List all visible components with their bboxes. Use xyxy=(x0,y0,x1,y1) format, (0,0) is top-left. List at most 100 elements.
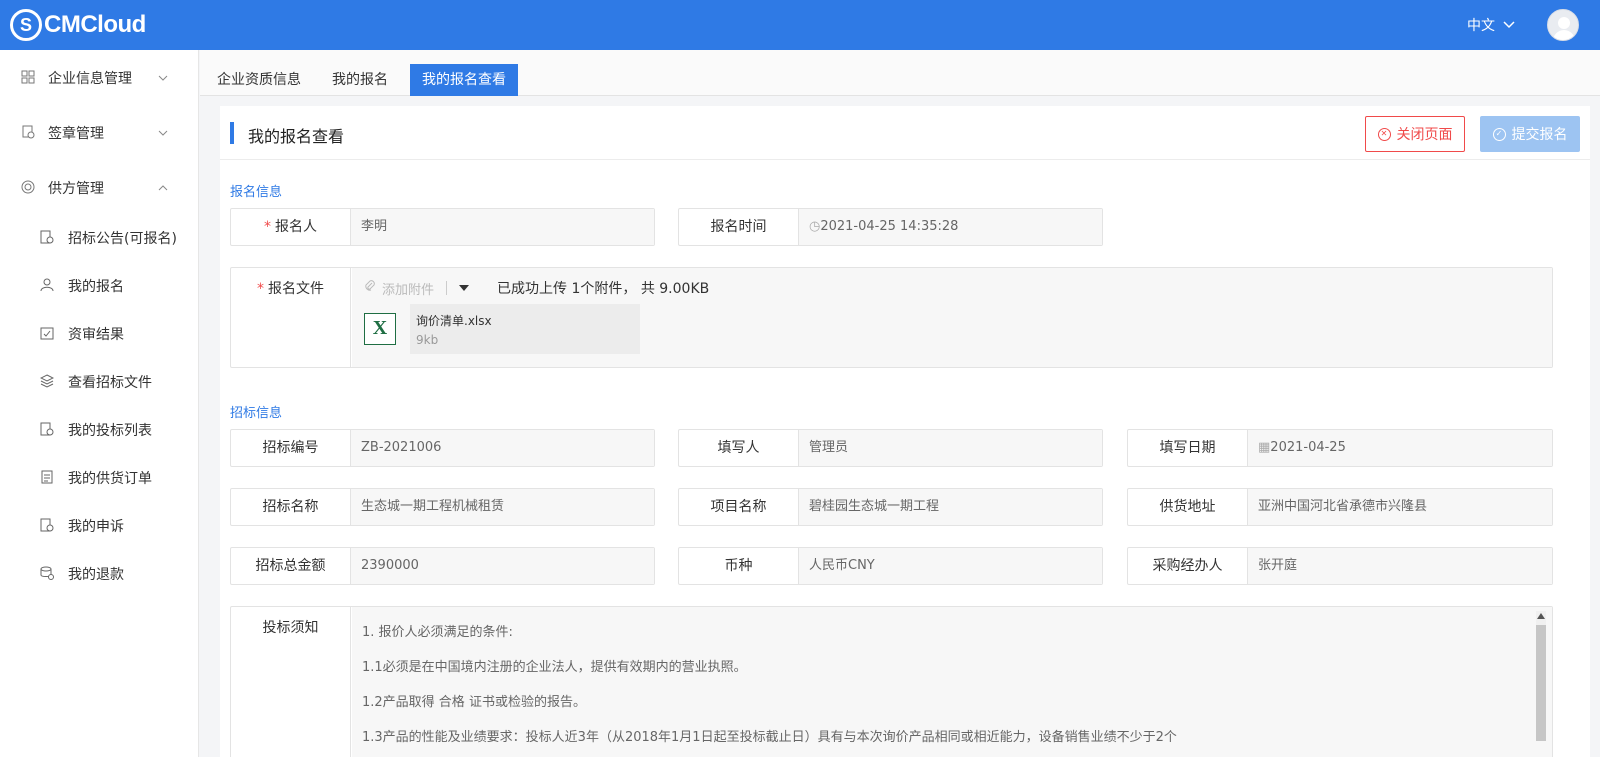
close-page-button[interactable]: ✕ 关闭页面 xyxy=(1365,116,1465,152)
tender-name-field: 招标名称 生态城一期工程机械租赁 xyxy=(230,488,655,526)
registration-time-label: 报名时间 xyxy=(679,209,799,245)
notice-line: 1.2产品取得 合格 证书或检验的报告。 xyxy=(362,695,586,710)
bid-notice-text: 1. 报价人必须满足的条件: 1.1必须是在中国境内注册的企业法人，提供有效期内… xyxy=(352,607,1552,757)
close-circle-icon: ✕ xyxy=(1377,127,1391,141)
tab-enterprise-qualification[interactable]: 企业资质信息 xyxy=(205,64,313,96)
sidebar-group-label: 签章管理 xyxy=(48,126,104,142)
tab-my-registration-view[interactable]: 我的报名查看 xyxy=(410,64,518,96)
sidebar-item-view-tender-docs[interactable]: 查看招标文件 xyxy=(0,358,199,406)
sidebar-item-label: 我的报名 xyxy=(68,279,124,295)
clipboard-check-icon xyxy=(39,326,55,342)
sidebar: 企业信息管理 签章管理 供方管理 招标公告(可报名) 我的报名 资审结果 查看招… xyxy=(0,50,199,757)
registration-file-label: * 报名文件 xyxy=(231,268,351,367)
chevron-down-icon xyxy=(158,73,168,84)
supply-address-field: 供货地址 亚洲中国河北省承德市兴隆县 xyxy=(1127,488,1553,526)
check-circle-icon: ✓ xyxy=(1492,127,1506,141)
currency-field: 币种 人民币CNY xyxy=(678,547,1103,585)
sidebar-group-label: 供方管理 xyxy=(48,181,104,197)
bid-notice-body[interactable]: 1. 报价人必须满足的条件: 1.1必须是在中国境内注册的企业法人，提供有效期内… xyxy=(352,607,1552,757)
field-value: ZB-2021006 xyxy=(351,430,654,466)
project-name-field: 项目名称 碧桂园生态城一期工程 xyxy=(678,488,1103,526)
bid-list-icon xyxy=(39,422,55,438)
field-label: 采购经办人 xyxy=(1128,548,1248,584)
field-value: ▦2021-04-25 xyxy=(1248,430,1552,466)
logo-text: CMCloud xyxy=(44,11,146,38)
filled-by-field: 填写人 管理员 xyxy=(678,429,1103,467)
sidebar-group-supplier[interactable]: 供方管理 xyxy=(0,160,199,216)
sidebar-item-my-bids[interactable]: 我的投标列表 xyxy=(0,406,199,454)
scroll-thumb[interactable] xyxy=(1536,625,1546,741)
chevron-down-icon xyxy=(158,128,168,139)
field-value: 人民币CNY xyxy=(799,548,1102,584)
sidebar-group-label: 企业信息管理 xyxy=(48,71,132,87)
sidebar-item-label: 查看招标文件 xyxy=(68,375,152,391)
field-value: 亚洲中国河北省承德市兴隆县 xyxy=(1248,489,1552,525)
logo[interactable]: S CMCloud xyxy=(10,9,146,41)
page-title: 我的报名查看 xyxy=(248,127,345,146)
layers-icon xyxy=(39,374,55,390)
section-title-registration: 报名信息 xyxy=(230,185,283,200)
field-label: 填写日期 xyxy=(1128,430,1248,466)
registration-file-body: 添加附件 已成功上传 1个附件， 共 9.00KB X 询价清单.xlsx 9k… xyxy=(352,268,1552,367)
sidebar-item-my-supply-orders[interactable]: 我的供货订单 xyxy=(0,454,199,502)
chevron-up-icon xyxy=(158,183,168,194)
calendar-icon: ▦ xyxy=(1258,440,1271,455)
attachment-file[interactable]: X 询价清单.xlsx 9kb xyxy=(364,304,646,354)
field-value: 管理员 xyxy=(799,430,1102,466)
field-value: 2390000 xyxy=(351,548,654,584)
language-selector[interactable]: 中文 xyxy=(1467,15,1515,35)
submit-label: 提交报名 xyxy=(1511,127,1568,143)
refund-icon xyxy=(39,566,55,582)
file-name: 询价清单.xlsx xyxy=(416,314,492,328)
sidebar-item-label: 我的申诉 xyxy=(68,519,124,535)
notice-scrollbar[interactable] xyxy=(1536,611,1546,741)
file-size: 9kb xyxy=(416,333,439,347)
field-label: 招标总金额 xyxy=(231,548,351,584)
bid-notice-label: 投标须知 xyxy=(231,607,351,757)
notice-line: 1. 报价人必须满足的条件: xyxy=(362,625,513,640)
title-accent-bar xyxy=(230,122,234,144)
tab-my-registration[interactable]: 我的报名 xyxy=(320,64,400,96)
tender-total-amount-field: 招标总金额 2390000 xyxy=(230,547,655,585)
announcement-icon xyxy=(39,230,55,246)
sidebar-item-label: 我的退款 xyxy=(68,567,124,583)
field-value: 碧桂园生态城一期工程 xyxy=(799,489,1102,525)
tender-number-field: 招标编号 ZB-2021006 xyxy=(230,429,655,467)
notice-line: 1.1必须是在中国境内注册的企业法人，提供有效期内的营业执照。 xyxy=(362,660,747,675)
user-icon xyxy=(39,278,55,294)
attachment-toolbar: 添加附件 已成功上传 1个附件， 共 9.00KB xyxy=(364,278,709,298)
submit-registration-button[interactable]: ✓ 提交报名 xyxy=(1480,116,1580,152)
main-card: 我的报名查看 ✕ 关闭页面 ✓ 提交报名 报名信息 * 报名人 李明 报名时间 ◷… xyxy=(220,106,1590,757)
purchase-agent-field: 采购经办人 张开庭 xyxy=(1127,547,1553,585)
scroll-up-icon[interactable] xyxy=(1537,613,1545,619)
upload-status: 已成功上传 1个附件， 共 9.00KB xyxy=(497,281,710,297)
sidebar-item-my-appeals[interactable]: 我的申诉 xyxy=(0,502,199,550)
target-icon xyxy=(20,180,36,196)
sidebar-item-tender-announcement[interactable]: 招标公告(可报名) xyxy=(0,214,199,262)
attachment-dropdown-icon[interactable] xyxy=(459,285,470,291)
fill-date-field: 填写日期 ▦2021-04-25 xyxy=(1127,429,1553,467)
registration-time-field: 报名时间 ◷2021-04-25 14:35:28 xyxy=(678,208,1103,246)
sidebar-item-qualification-result[interactable]: 资审结果 xyxy=(0,310,199,358)
sidebar-item-my-refunds[interactable]: 我的退款 xyxy=(0,550,199,598)
user-avatar[interactable] xyxy=(1547,9,1579,41)
top-header: S CMCloud 中文 xyxy=(0,0,1600,50)
bid-notice-field: 投标须知 1. 报价人必须满足的条件: 1.1必须是在中国境内注册的企业法人，提… xyxy=(230,606,1553,757)
paperclip-icon xyxy=(364,280,376,296)
sidebar-item-label: 我的供货订单 xyxy=(68,471,152,487)
language-label: 中文 xyxy=(1467,18,1495,34)
notice-line: 1.3产品的性能及业绩要求：投标人近3年（从2018年1月1日起至投标截止日）具… xyxy=(362,730,1177,745)
registrant-label: * 报名人 xyxy=(231,209,351,245)
field-label: 招标名称 xyxy=(231,489,351,525)
clock-icon: ◷ xyxy=(809,219,821,234)
sidebar-group-seal[interactable]: 签章管理 xyxy=(0,105,199,161)
sidebar-item-label: 资审结果 xyxy=(68,327,124,343)
sidebar-item-my-registration[interactable]: 我的报名 xyxy=(0,262,199,310)
close-page-label: 关闭页面 xyxy=(1396,127,1453,143)
sidebar-group-enterprise-info[interactable]: 企业信息管理 xyxy=(0,50,199,106)
section-title-tender: 招标信息 xyxy=(230,406,283,421)
order-icon xyxy=(39,470,55,486)
add-attachment-button[interactable]: 添加附件 xyxy=(364,279,434,298)
field-label: 项目名称 xyxy=(679,489,799,525)
seal-icon xyxy=(20,125,36,141)
